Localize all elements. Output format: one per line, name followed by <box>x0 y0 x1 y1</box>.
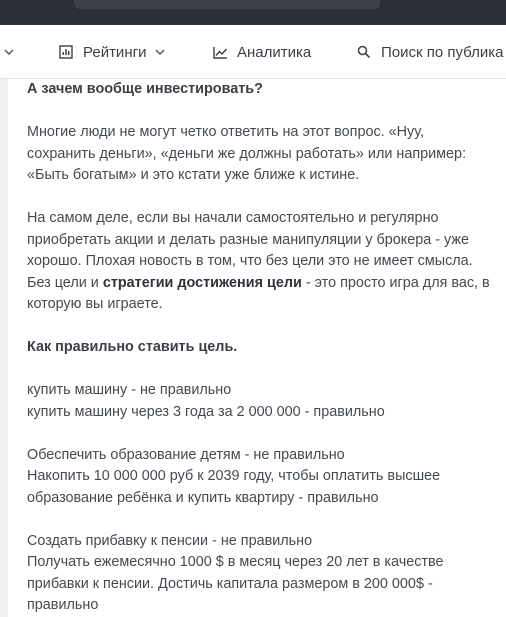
nav-item-label: Поиск по публика <box>381 43 504 61</box>
chevron-down-icon <box>155 49 165 55</box>
text-line: сохранить деньги», «деньги же должны раб… <box>27 145 467 162</box>
article-paragraph: купить машину - не правильно купить маши… <box>27 380 495 423</box>
article-paragraph: Обеспечить образование детям - не правил… <box>27 445 495 510</box>
bar-chart-icon <box>59 45 73 59</box>
nav-item-ratings[interactable]: Рейтинги <box>59 25 165 78</box>
text-line: которую вы играете. <box>27 296 163 312</box>
header-search-box[interactable] <box>74 0 380 9</box>
text-line: Получать ежемесячно 1000 $ в месяц через… <box>27 554 444 570</box>
text-line: Без цели и <box>27 274 103 291</box>
top-header-bar <box>0 0 506 25</box>
text-line: На самом деле, если вы начали самостояте… <box>27 210 439 226</box>
nav-item-analytics[interactable]: Аналитика <box>213 25 312 78</box>
nav-item-search-publications[interactable]: Поиск по публика <box>357 25 504 78</box>
search-icon <box>357 45 371 59</box>
text-line: Создать прибавку к пенсии - не правильно <box>27 532 313 549</box>
article-container: А зачем вообще инвестировать? Многие люд… <box>8 79 506 617</box>
article-subheading: Как правильно ставить цель. <box>27 339 238 355</box>
text-line: образование ребёнка и купить квартиру - … <box>27 489 379 506</box>
text-line: купить машину - не правильно <box>27 382 232 398</box>
bold-phrase: стратегии достижения цели <box>102 274 302 291</box>
line-chart-icon <box>213 46 228 59</box>
text-line: купить машину через 3 года за 2 000 000 … <box>27 403 385 420</box>
text-line: Обеспечить образование детям - не правил… <box>27 446 345 463</box>
nav-previous-dropdown[interactable] <box>4 25 14 78</box>
article-heading: А зачем вообще инвестировать? <box>27 81 263 97</box>
text-line: хорошо. Плохая новость в том, что без це… <box>27 253 473 269</box>
main-nav: Рейтинги Аналитика Поиск по публика <box>0 25 506 79</box>
text-line: прибавки к пенсии. Достичь капитала разм… <box>27 575 433 592</box>
text-line: - это просто игра для вас, в <box>301 274 490 291</box>
chevron-down-icon <box>4 49 14 55</box>
article-paragraph: Многие люди не могут четко ответить на э… <box>27 122 495 187</box>
nav-item-label: Рейтинги <box>83 43 147 61</box>
text-line: приобретать акции и делать разные манипу… <box>27 231 470 248</box>
article-paragraph: Создать прибавку к пенсии - не правильно… <box>27 531 495 617</box>
nav-item-label: Аналитика <box>237 43 312 61</box>
text-line: «Быть богатым» и это кстати уже ближе к … <box>27 167 360 183</box>
article-paragraph: На самом деле, если вы начали самостояте… <box>27 208 495 316</box>
text-line: Накопить 10 000 000 руб к 2039 году, что… <box>27 468 441 484</box>
article-body: А зачем вообще инвестировать? Многие люд… <box>27 79 495 617</box>
text-line: правильно <box>27 597 99 613</box>
text-line: Многие люди не могут четко ответить на э… <box>27 124 424 140</box>
